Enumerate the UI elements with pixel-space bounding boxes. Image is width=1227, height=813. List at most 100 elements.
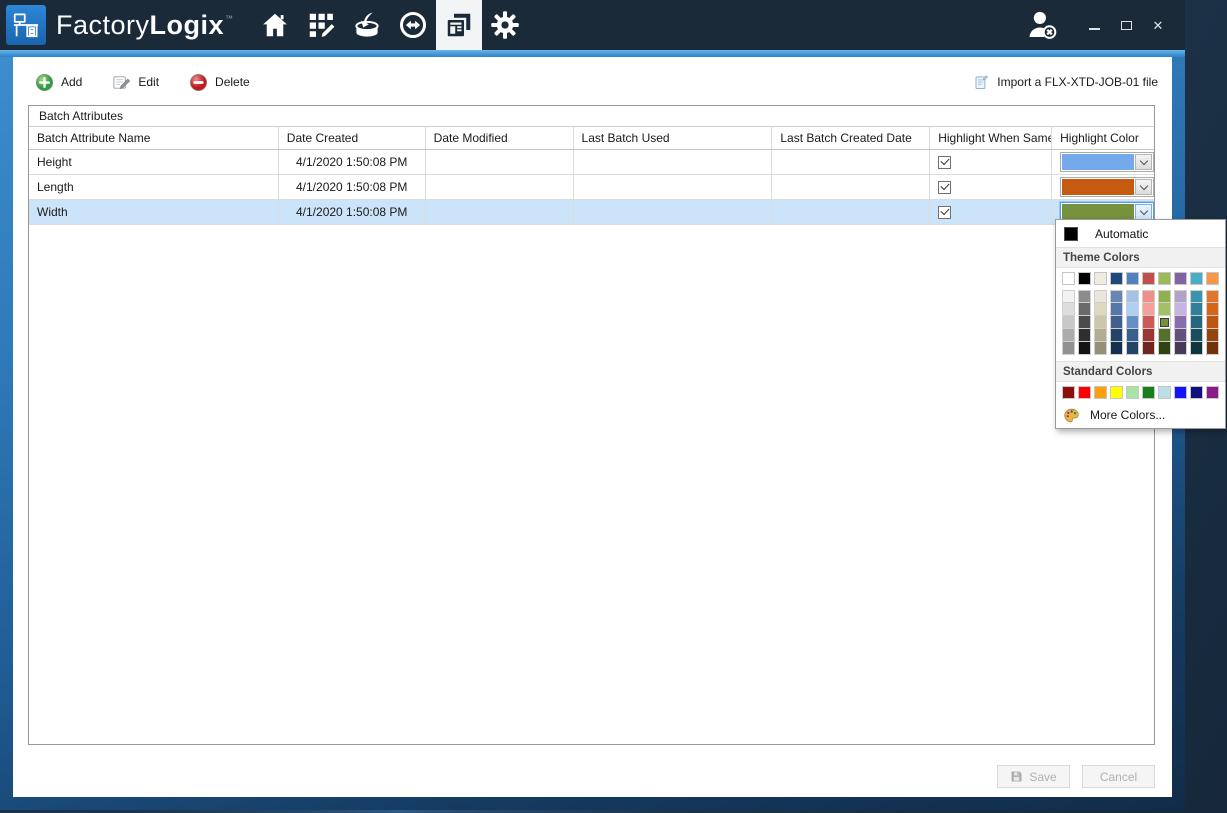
add-button[interactable]: Add [35,73,82,92]
standard-color-swatch[interactable] [1110,386,1123,399]
shade-color-swatch[interactable] [1158,329,1171,342]
theme-color-swatch[interactable] [1190,272,1203,285]
theme-color-swatch[interactable] [1174,272,1187,285]
highlight-color-dropdown[interactable] [1060,177,1154,197]
theme-color-swatch[interactable] [1158,272,1171,285]
standard-color-swatch[interactable] [1142,386,1155,399]
dropdown-arrow-button[interactable] [1135,204,1152,220]
column-date-modified[interactable]: Date Modified [426,127,574,149]
shade-color-swatch[interactable] [1174,342,1187,355]
column-attribute-name[interactable]: Batch Attribute Name [29,127,279,149]
shade-color-swatch[interactable] [1158,290,1171,303]
shade-color-swatch[interactable] [1094,342,1107,355]
shade-color-swatch[interactable] [1142,290,1155,303]
highlight-color-dropdown[interactable] [1060,152,1154,172]
nav-materials[interactable] [344,0,390,50]
standard-color-swatch[interactable] [1126,386,1139,399]
column-date-created[interactable]: Date Created [279,127,426,149]
shade-color-swatch[interactable] [1142,316,1155,329]
shade-color-swatch[interactable] [1126,329,1139,342]
shade-color-swatch[interactable] [1110,342,1123,355]
shade-color-swatch[interactable] [1174,303,1187,316]
shade-color-swatch[interactable] [1078,290,1091,303]
shade-color-swatch[interactable] [1126,303,1139,316]
shade-color-swatch[interactable] [1174,316,1187,329]
shade-color-swatch[interactable] [1174,329,1187,342]
shade-color-swatch[interactable] [1110,329,1123,342]
highlight-when-same-checkbox[interactable] [938,206,951,219]
delete-button[interactable]: Delete [189,73,250,92]
shade-color-swatch[interactable] [1206,342,1219,355]
selected-shade-swatch[interactable] [1158,316,1171,329]
standard-color-swatch[interactable] [1094,386,1107,399]
shade-color-swatch[interactable] [1206,303,1219,316]
nav-planning[interactable] [298,0,344,50]
highlight-when-same-checkbox[interactable] [938,156,951,169]
shade-color-swatch[interactable] [1126,316,1139,329]
column-last-batch-created-date[interactable]: Last Batch Created Date [772,127,930,149]
shade-color-swatch[interactable] [1206,329,1219,342]
shade-color-swatch[interactable] [1094,303,1107,316]
shade-color-swatch[interactable] [1158,303,1171,316]
theme-color-swatch[interactable] [1206,272,1219,285]
shade-color-swatch[interactable] [1110,290,1123,303]
automatic-color-item[interactable]: Automatic [1056,220,1225,247]
theme-color-swatch[interactable] [1078,272,1091,285]
nav-documents[interactable] [436,0,482,50]
shade-color-swatch[interactable] [1078,316,1091,329]
shade-color-swatch[interactable] [1094,329,1107,342]
dropdown-arrow-button[interactable] [1135,179,1152,195]
shade-color-swatch[interactable] [1110,316,1123,329]
shade-color-swatch[interactable] [1094,290,1107,303]
shade-color-swatch[interactable] [1062,329,1075,342]
shade-color-swatch[interactable] [1174,290,1187,303]
maximize-button[interactable] [1115,14,1137,36]
column-highlight-color[interactable]: Highlight Color [1052,127,1154,149]
shade-color-swatch[interactable] [1078,303,1091,316]
shade-color-swatch[interactable] [1158,342,1171,355]
standard-color-swatch[interactable] [1158,386,1171,399]
close-button[interactable]: ✕ [1147,14,1169,36]
standard-color-swatch[interactable] [1206,386,1219,399]
nav-home[interactable] [252,0,298,50]
minimize-button[interactable] [1083,14,1105,36]
table-row[interactable]: Width4/1/2020 1:50:08 PM [29,200,1154,225]
shade-color-swatch[interactable] [1190,329,1203,342]
shade-color-swatch[interactable] [1078,342,1091,355]
nav-transfer[interactable] [390,0,436,50]
theme-color-swatch[interactable] [1126,272,1139,285]
theme-color-swatch[interactable] [1062,272,1075,285]
import-button[interactable]: Import a FLX-XTD-JOB-01 file [973,74,1158,91]
shade-color-swatch[interactable] [1110,303,1123,316]
shade-color-swatch[interactable] [1142,342,1155,355]
shade-color-swatch[interactable] [1142,329,1155,342]
shade-color-swatch[interactable] [1062,316,1075,329]
cancel-button[interactable]: Cancel [1082,765,1155,788]
column-highlight-when-same[interactable]: Highlight When Same [930,127,1052,149]
shade-color-swatch[interactable] [1062,290,1075,303]
theme-color-swatch[interactable] [1110,272,1123,285]
theme-color-swatch[interactable] [1094,272,1107,285]
shade-color-swatch[interactable] [1078,329,1091,342]
shade-color-swatch[interactable] [1190,290,1203,303]
save-button[interactable]: Save [997,765,1070,788]
shade-color-swatch[interactable] [1142,303,1155,316]
shade-color-swatch[interactable] [1062,342,1075,355]
shade-color-swatch[interactable] [1094,316,1107,329]
shade-color-swatch[interactable] [1062,303,1075,316]
shade-color-swatch[interactable] [1190,316,1203,329]
table-row[interactable]: Height4/1/2020 1:50:08 PM [29,150,1154,175]
edit-button[interactable]: Edit [112,73,159,92]
theme-color-swatch[interactable] [1142,272,1155,285]
shade-color-swatch[interactable] [1126,342,1139,355]
column-last-batch-used[interactable]: Last Batch Used [574,127,773,149]
shade-color-swatch[interactable] [1206,290,1219,303]
user-logged-out-icon[interactable] [1025,8,1059,42]
nav-settings[interactable] [482,0,528,50]
shade-color-swatch[interactable] [1190,303,1203,316]
standard-color-swatch[interactable] [1190,386,1203,399]
table-row[interactable]: Length4/1/2020 1:50:08 PM [29,175,1154,200]
dropdown-arrow-button[interactable] [1135,154,1152,170]
shade-color-swatch[interactable] [1206,316,1219,329]
shade-color-swatch[interactable] [1190,342,1203,355]
